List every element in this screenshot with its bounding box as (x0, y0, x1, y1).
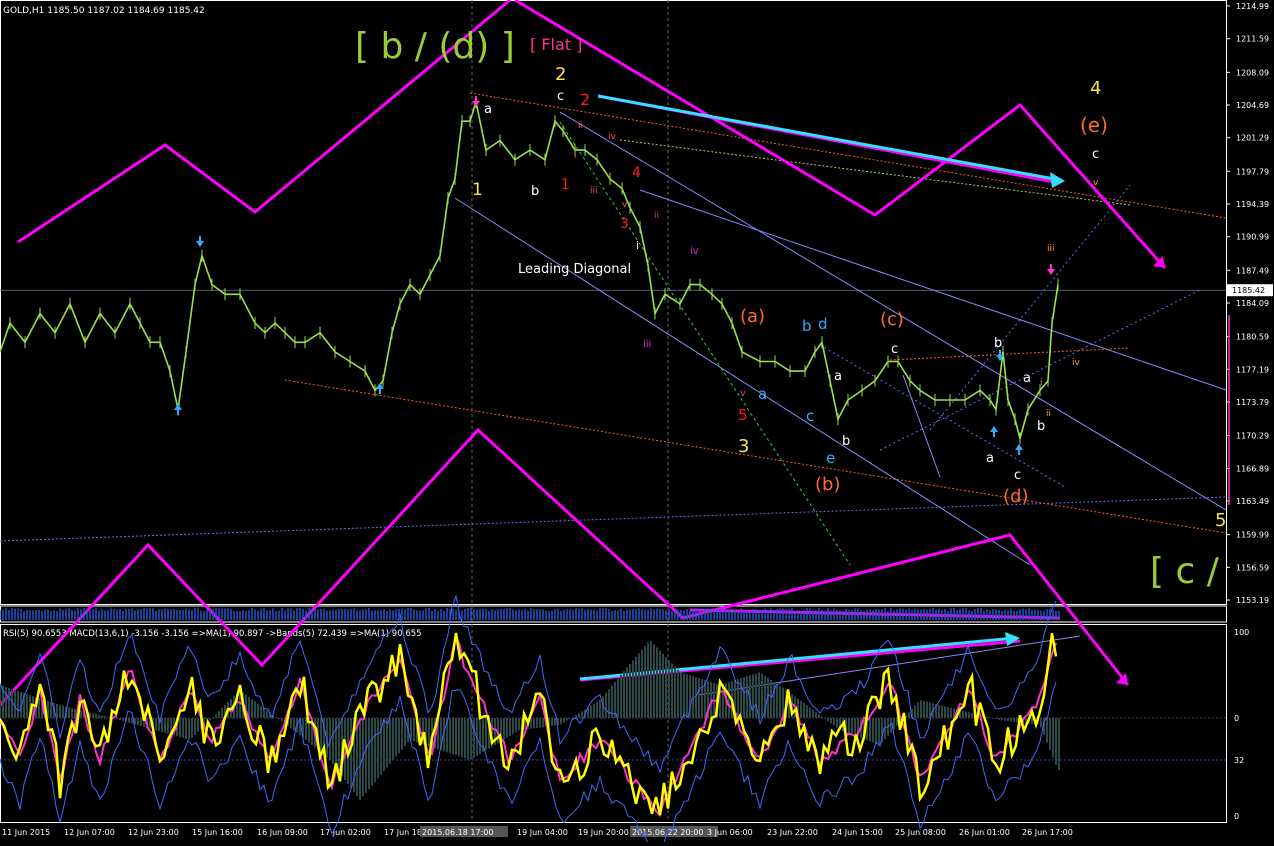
price-tick-label: 1194.39 (1236, 200, 1269, 209)
wave-label: v (1093, 178, 1099, 188)
price-tick-label: 1166.89 (1236, 464, 1269, 473)
time-label: 12 Jun 23:00 (128, 828, 179, 837)
wave-label: iv (690, 246, 699, 257)
wave-label: c (891, 342, 898, 357)
price-tick-label: 1211.59 (1236, 35, 1269, 44)
time-label: 15 Jun 16:00 (192, 828, 243, 837)
wave-label: d (818, 315, 828, 333)
oscillator-level-label: 32 (1234, 756, 1244, 765)
time-axis: 11 Jun 2015 12 Jun 07:00 12 Jun 23:00 15 Ju… (2, 826, 1073, 837)
wave-label: (b) (815, 474, 840, 495)
price-tick-label: 1204.69 (1236, 101, 1269, 110)
price-tick-label: 1159.99 (1236, 531, 1269, 540)
wave-label: 4 (632, 165, 641, 181)
wave-label: (d) (1003, 486, 1028, 507)
price-tick-label: 1214.99 (1236, 2, 1269, 11)
wave-label: Leading Diagonal (518, 262, 631, 277)
wave-label: iii (1047, 244, 1055, 254)
price-tick-label: 1156.59 (1236, 563, 1269, 572)
wave-label: ii (1046, 409, 1051, 419)
price-tick-label: 1153.19 (1236, 596, 1269, 605)
price-tick-label: 1187.49 (1236, 266, 1269, 275)
price-tick-label: 1177.19 (1236, 365, 1269, 374)
time-label: 12 Jun 07:00 (64, 828, 115, 837)
wave-label: c (806, 407, 814, 425)
wave-label: (a) (740, 306, 765, 327)
time-label: 26 Jun 01:00 (959, 828, 1010, 837)
time-label: 19 Jun 20:00 (578, 828, 629, 837)
wave-label: 4 (1090, 78, 1101, 99)
wave-label: i (1040, 378, 1043, 388)
wave-label: b (1037, 419, 1045, 434)
wave-label: v (622, 200, 628, 210)
symbol-header: GOLD,H1 1185.50 1187.02 1184.69 1185.42 (3, 6, 205, 16)
oscillator-level-label: 0 (1234, 812, 1239, 821)
wave-label: a (986, 451, 994, 466)
wave-label: c (1014, 468, 1021, 483)
wave-label: i (574, 151, 577, 161)
price-tick-label: 1208.09 (1236, 68, 1269, 77)
time-label: 26 Jun 17:00 (1022, 828, 1073, 837)
time-label: 19 Jun 04:00 (517, 828, 568, 837)
wave-label: iii (590, 186, 598, 196)
time-label: 25 Jun 08:00 (895, 828, 946, 837)
wave-label: 3 (738, 436, 749, 457)
time-label: 17 Jun 02:00 (320, 828, 371, 837)
wave-label: a (834, 369, 842, 384)
price-tick-label: 1201.29 (1236, 134, 1269, 143)
wave-label: 1 (561, 177, 570, 193)
time-label: 16 Jun 09:00 (257, 828, 308, 837)
wave-label: (e) (1080, 113, 1108, 137)
wave-label: [ Flat ] (530, 35, 582, 54)
trading-chart[interactable]: GOLD,H1 1185.50 1187.02 1184.69 1185.42 … (0, 0, 1274, 846)
wave-label: v (740, 388, 746, 399)
wave-label: a (758, 385, 767, 403)
chart-canvas[interactable]: GOLD,H1 1185.50 1187.02 1184.69 1185.42 … (0, 0, 1274, 846)
wave-label: ii (578, 121, 583, 131)
wave-label: b (842, 434, 850, 449)
price-tick-label: 1173.79 (1236, 398, 1269, 407)
wave-label: b (531, 184, 539, 199)
wave-label: 2 (555, 64, 566, 85)
wave-label: 2 (580, 90, 590, 109)
wave-label: b (994, 336, 1002, 351)
time-label: 11 Jun 2015 (2, 828, 50, 837)
oscillator-level-label: 100 (1234, 628, 1249, 637)
time-label: 2015.06.18 17:00 (422, 828, 493, 837)
wave-label: c (1092, 147, 1099, 162)
wave-label: c (557, 89, 564, 104)
price-tick-label: 1184.09 (1236, 299, 1269, 308)
wave-label: [ c / (1150, 551, 1220, 592)
wave-label: 3 (620, 216, 629, 232)
wave-label: b (802, 317, 812, 335)
oscillator-level-label: 0 (1234, 714, 1239, 723)
price-tick-label: 1180.59 (1236, 333, 1269, 342)
wave-label: 5 (738, 406, 748, 424)
price-tick-label: 1197.79 (1236, 167, 1269, 176)
wave-label: (c) (880, 309, 904, 330)
wave-label: a (1023, 371, 1031, 386)
wave-label: 5 (1215, 510, 1226, 531)
time-label: 24 Jun 15:00 (832, 828, 883, 837)
wave-label: [ b / (d) ] (355, 26, 515, 67)
wave-label: iv (1072, 358, 1081, 368)
price-tick-label: 1190.99 (1236, 233, 1269, 242)
wave-label: a (484, 102, 492, 117)
price-tick-label: 1163.49 (1236, 497, 1269, 506)
wave-label: 1 (472, 180, 483, 200)
time-label: 23 Jun 22:00 (767, 828, 818, 837)
wave-label: i (636, 239, 639, 252)
wave-label: iii (643, 339, 651, 350)
time-label: 3 Jun 06:00 (707, 828, 753, 837)
wave-label: e (826, 449, 835, 467)
wave-label: ii (654, 211, 659, 221)
current-price-label: 1185.42 (1232, 286, 1265, 295)
price-tick-label: 1170.29 (1236, 432, 1269, 441)
wave-label: iv (608, 132, 617, 142)
